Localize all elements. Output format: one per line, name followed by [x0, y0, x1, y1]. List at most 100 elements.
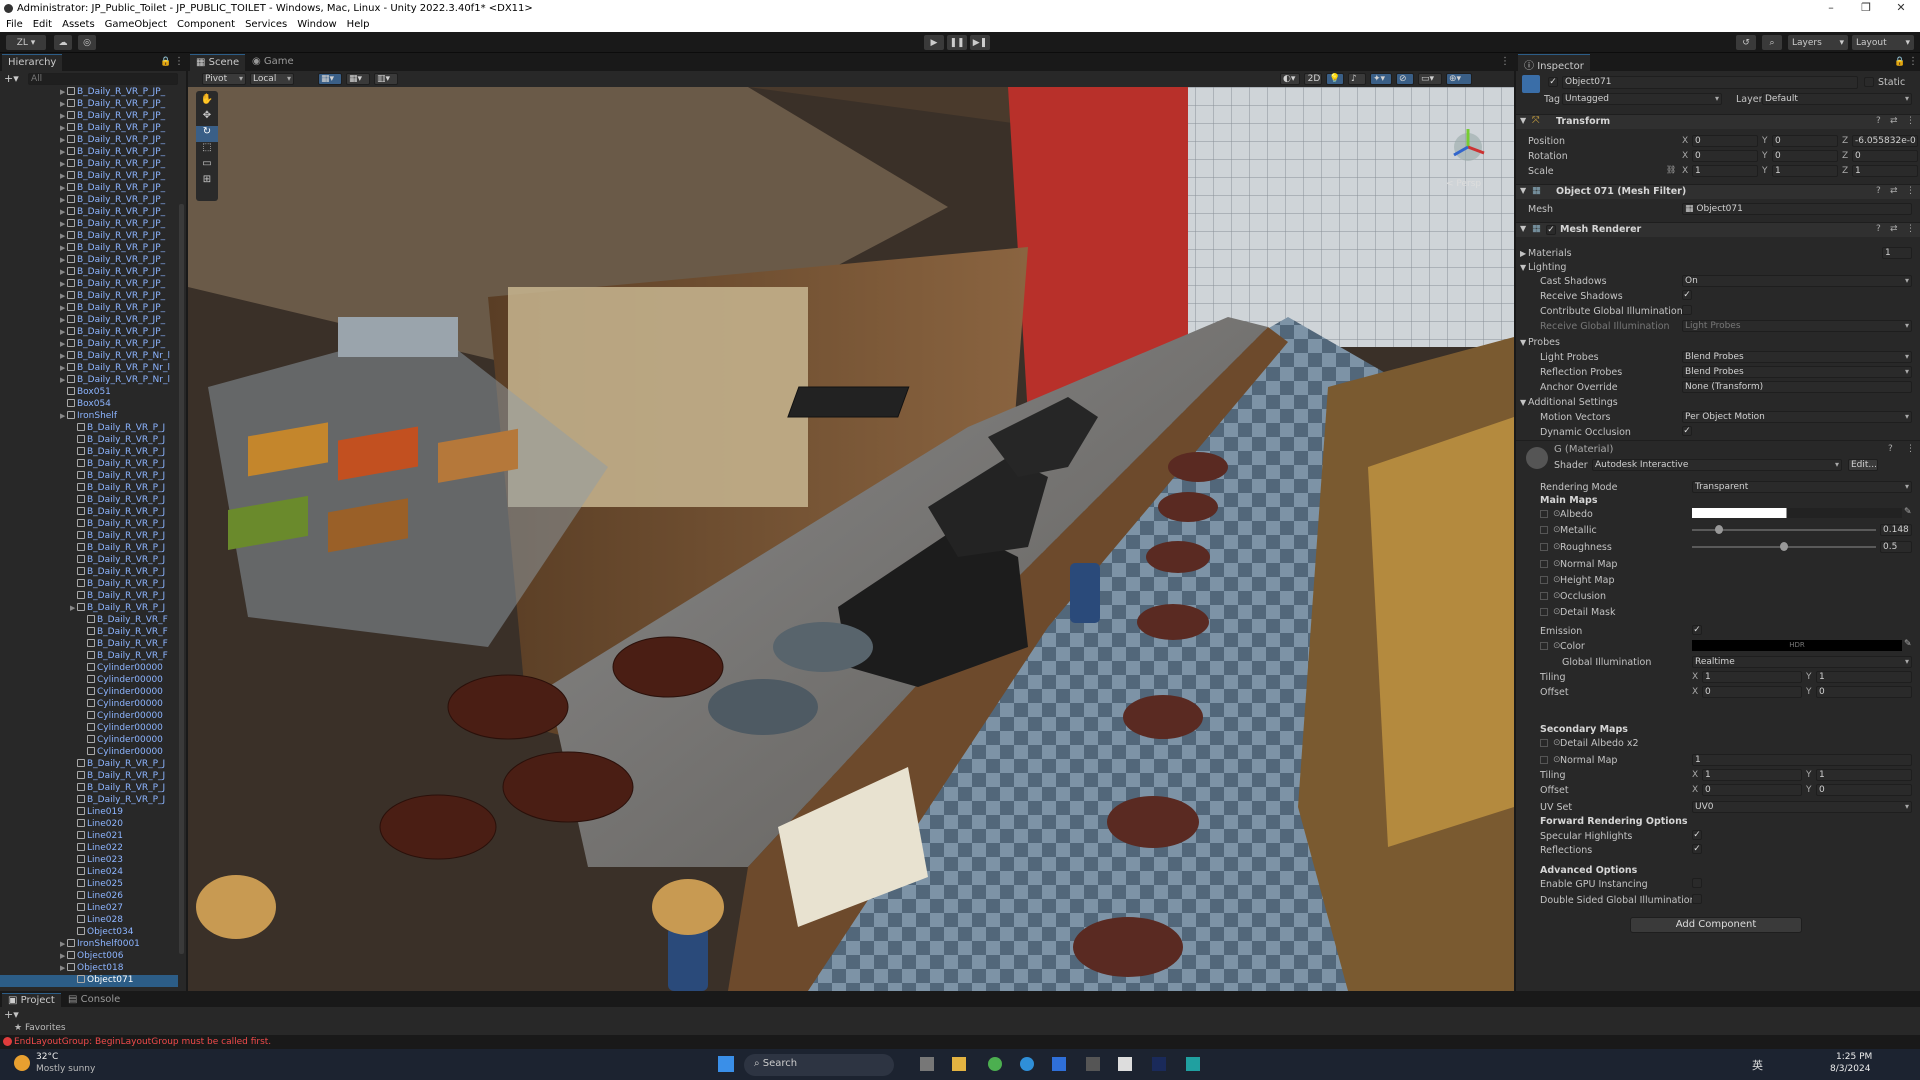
expand-arrow-icon[interactable]: ▶: [60, 412, 67, 420]
motion-vectors-dropdown[interactable]: Per Object Motion: [1682, 411, 1912, 423]
search-icon[interactable]: ⌕: [1762, 35, 1782, 50]
materials-count-field[interactable]: 1: [1882, 247, 1912, 259]
lighting-toggle-icon[interactable]: 💡: [1326, 73, 1344, 85]
secondary-normal-value-field[interactable]: 1: [1692, 754, 1912, 766]
hierarchy-item[interactable]: ▶ IronShelf0001: [0, 939, 178, 951]
expand-arrow-icon[interactable]: ▶: [60, 124, 67, 132]
rotate-tool-icon[interactable]: ↻: [196, 126, 218, 142]
hierarchy-item[interactable]: B_Daily_R_VR_P_J: [0, 759, 178, 771]
hierarchy-item[interactable]: ▶ B_Daily_R_VR_P_JP_: [0, 255, 178, 267]
tab-hierarchy[interactable]: Hierarchy: [2, 54, 63, 71]
height-map-texture-slot[interactable]: [1540, 576, 1548, 584]
menu-assets[interactable]: Assets: [62, 19, 95, 30]
hierarchy-item[interactable]: ▶ B_Daily_R_VR_P_JP_: [0, 291, 178, 303]
expand-arrow-icon[interactable]: ▶: [60, 292, 67, 300]
transform-header[interactable]: ▼ ⤧ Transform ? ⇄ ⋮: [1516, 114, 1920, 129]
cast-shadows-dropdown[interactable]: On: [1682, 275, 1912, 287]
hierarchy-item[interactable]: Cylinder00000: [0, 711, 178, 723]
active-checkbox[interactable]: ✓: [1548, 77, 1558, 87]
shader-edit-button[interactable]: Edit...: [1848, 459, 1878, 471]
hierarchy-item[interactable]: B_Daily_R_VR_P_J: [0, 771, 178, 783]
hierarchy-item[interactable]: Line025: [0, 879, 178, 891]
hierarchy-item[interactable]: Cylinder00000: [0, 663, 178, 675]
component-menu-icon[interactable]: ⋮: [1906, 116, 1915, 126]
store-icon[interactable]: [1052, 1057, 1066, 1071]
expand-arrow-icon[interactable]: ▶: [60, 280, 67, 288]
expand-arrow-icon[interactable]: ▶: [60, 952, 67, 960]
expand-arrow-icon[interactable]: ▶: [60, 220, 67, 228]
chrome-icon[interactable]: [988, 1057, 1002, 1071]
expand-arrow-icon[interactable]: ▶: [60, 88, 67, 96]
expand-arrow-icon[interactable]: ▶: [60, 172, 67, 180]
hierarchy-item[interactable]: ▶ B_Daily_R_VR_P_JP_: [0, 327, 178, 339]
account-button[interactable]: ZL ▾: [6, 35, 46, 50]
hierarchy-item[interactable]: Line019: [0, 807, 178, 819]
hidden-objects-icon[interactable]: ⊘: [1396, 73, 1414, 85]
hierarchy-item[interactable]: B_Daily_R_VR_F: [0, 651, 178, 663]
expand-arrow-icon[interactable]: ▶: [60, 112, 67, 120]
hierarchy-item[interactable]: Line023: [0, 855, 178, 867]
status-bar[interactable]: EndLayoutGroup: BeginLayoutGroup must be…: [0, 1035, 1920, 1049]
global-illumination-dropdown[interactable]: Realtime: [1692, 656, 1912, 668]
object-name-input[interactable]: Object071: [1562, 76, 1858, 89]
hierarchy-item[interactable]: Cylinder00000: [0, 699, 178, 711]
hierarchy-item[interactable]: ▶ B_Daily_R_VR_P_JP_: [0, 339, 178, 351]
unity-hub-icon[interactable]: [1086, 1057, 1100, 1071]
taskbar-search-box[interactable]: ⌕ Search: [744, 1054, 894, 1076]
secondary-offset-x-field[interactable]: 0: [1702, 784, 1802, 796]
hierarchy-item[interactable]: B_Daily_R_VR_P_J: [0, 507, 178, 519]
roughness-value-field[interactable]: 0.5: [1880, 541, 1912, 553]
secondary-tiling-y-field[interactable]: 1: [1816, 769, 1912, 781]
hand-tool-icon[interactable]: ✋: [196, 94, 218, 110]
hierarchy-item[interactable]: B_Daily_R_VR_P_J: [0, 591, 178, 603]
secondary-offset-y-field[interactable]: 0: [1816, 784, 1912, 796]
rect-tool-icon[interactable]: ▭: [196, 158, 218, 174]
expand-arrow-icon[interactable]: ▶: [60, 208, 67, 216]
receive-shadows-checkbox[interactable]: ✓: [1682, 290, 1692, 300]
link-scale-icon[interactable]: ⛓: [1666, 165, 1676, 174]
hierarchy-item[interactable]: ▶ Object018: [0, 963, 178, 975]
file-explorer-icon[interactable]: [952, 1057, 966, 1071]
meshfilter-header[interactable]: ▼ ▦ Object 071 (Mesh Filter) ? ⇄ ⋮: [1516, 184, 1920, 199]
tab-inspector[interactable]: ⓘ Inspector: [1518, 54, 1590, 72]
scale-y-field[interactable]: 1: [1772, 165, 1838, 177]
expand-arrow-icon[interactable]: ▶: [60, 340, 67, 348]
snap-increment-icon[interactable]: ▥▾: [374, 73, 398, 85]
ime-language[interactable]: 英: [1752, 1057, 1763, 1073]
photoshop-icon[interactable]: [1152, 1057, 1166, 1071]
help-icon[interactable]: ?: [1876, 116, 1881, 126]
occlusion-texture-slot[interactable]: [1540, 592, 1548, 600]
hierarchy-item[interactable]: ▶ B_Daily_R_VR_P_JP_: [0, 183, 178, 195]
scale-z-field[interactable]: 1: [1852, 165, 1918, 177]
menu-component[interactable]: Component: [177, 19, 235, 30]
hierarchy-item[interactable]: ▶ B_Daily_R_VR_P_JP_: [0, 135, 178, 147]
scale-x-field[interactable]: 1: [1692, 165, 1758, 177]
hierarchy-item[interactable]: B_Daily_R_VR_P_J: [0, 495, 178, 507]
reflection-probes-dropdown[interactable]: Blend Probes: [1682, 366, 1912, 378]
hierarchy-item[interactable]: Line022: [0, 843, 178, 855]
effects-toggle-icon[interactable]: ✦▾: [1370, 73, 1392, 85]
hierarchy-item[interactable]: B_Daily_R_VR_P_J: [0, 519, 178, 531]
lighting-arrow-icon[interactable]: ▼: [1520, 263, 1526, 272]
layers-dropdown[interactable]: Layers ▾: [1788, 35, 1848, 50]
meshrenderer-enabled-checkbox[interactable]: ✓: [1546, 225, 1556, 235]
roughness-slider-handle[interactable]: [1780, 542, 1788, 551]
eyedropper-icon[interactable]: ✎: [1904, 507, 1912, 517]
expand-arrow-icon[interactable]: ▶: [60, 232, 67, 240]
specular-highlights-checkbox[interactable]: ✓: [1692, 830, 1702, 840]
hierarchy-item[interactable]: ▶ B_Daily_R_VR_P_Nr_l: [0, 351, 178, 363]
expand-arrow-icon[interactable]: ▶: [60, 256, 67, 264]
audio-toggle-icon[interactable]: ♪: [1348, 73, 1366, 85]
tag-dropdown[interactable]: Untagged: [1562, 93, 1722, 105]
hierarchy-item[interactable]: B_Daily_R_VR_P_J: [0, 483, 178, 495]
contribute-gi-checkbox[interactable]: [1682, 305, 1692, 315]
expand-arrow-icon[interactable]: ▶: [60, 196, 67, 204]
emission-color-swatch[interactable]: HDR: [1692, 640, 1902, 651]
rendering-mode-dropdown[interactable]: Transparent: [1692, 481, 1912, 493]
light-probes-dropdown[interactable]: Blend Probes: [1682, 351, 1912, 363]
pause-icon[interactable]: ❚❚: [947, 35, 967, 50]
component-menu-icon[interactable]: ⋮: [1906, 224, 1915, 234]
mesh-field[interactable]: ▦ Object071: [1682, 203, 1912, 215]
hierarchy-item[interactable]: ▶ B_Daily_R_VR_P_JP_: [0, 315, 178, 327]
tiling-x-field[interactable]: 1: [1702, 671, 1802, 683]
